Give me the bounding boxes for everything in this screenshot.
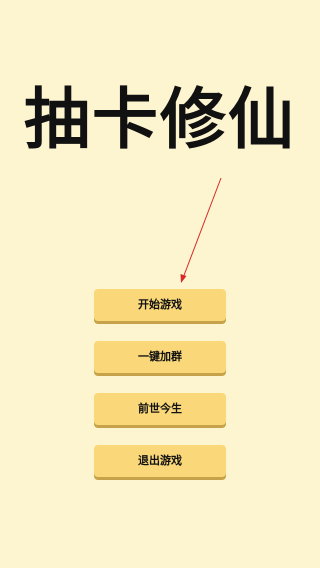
game-title: 抽卡修仙 <box>24 81 296 158</box>
start-game-button[interactable]: 开始游戏 <box>94 289 226 321</box>
exit-game-button[interactable]: 退出游戏 <box>94 445 226 477</box>
join-group-button[interactable]: 一键加群 <box>94 341 226 373</box>
past-life-button[interactable]: 前世今生 <box>94 393 226 425</box>
